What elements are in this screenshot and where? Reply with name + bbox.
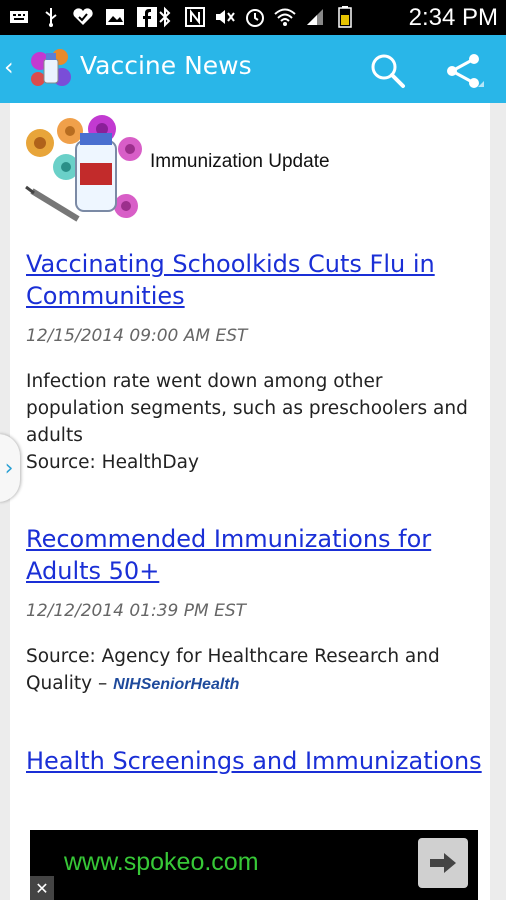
share-icon[interactable] — [444, 51, 484, 91]
article-source: Source: HealthDay — [26, 452, 199, 473]
status-bar: 2:34 PM — [0, 0, 506, 35]
heart-icon — [72, 6, 94, 28]
article-item: Recommended Immunizations for Adults 50+… — [26, 523, 486, 698]
news-feed: Immunization Update Vaccinating Schoolki… — [10, 103, 490, 900]
search-icon[interactable] — [368, 51, 408, 91]
article-date: 12/12/2014 01:39 PM EST — [26, 601, 247, 621]
chevron-right-icon: › — [4, 455, 14, 481]
ad-url[interactable]: www.spokeo.com — [64, 848, 259, 877]
article-date: 12/15/2014 09:00 AM EST — [26, 326, 248, 346]
system-icons — [154, 6, 356, 28]
app-title: Vaccine News — [80, 51, 252, 80]
app-logo-icon[interactable] — [26, 45, 74, 93]
nfc-icon — [184, 6, 206, 28]
mute-icon — [214, 6, 236, 28]
keyboard-icon — [8, 6, 30, 28]
app-bar: ‹ Vaccine News — [0, 35, 506, 103]
ad-banner[interactable]: www.spokeo.com ✕ — [30, 830, 478, 900]
arrow-right-icon[interactable] — [418, 838, 468, 888]
battery-icon — [334, 6, 356, 28]
signal-icon — [304, 6, 326, 28]
feed-header: Immunization Update — [22, 111, 482, 231]
notification-icons — [8, 6, 158, 28]
feed-title: Immunization Update — [150, 151, 330, 172]
article-item: Health Screenings and Immunizations — [26, 745, 486, 777]
close-icon[interactable]: ✕ — [30, 876, 54, 900]
article-summary: Source: Agency for Healthcare Research a… — [26, 643, 486, 698]
usb-icon — [40, 6, 62, 28]
article-item: Vaccinating Schoolkids Cuts Flu in Commu… — [26, 248, 486, 476]
clock: 2:34 PM — [408, 4, 498, 31]
article-summary: Infection rate went down among other pop… — [26, 368, 486, 476]
nih-senior-health-logo[interactable]: NIHSeniorHealth — [113, 676, 239, 693]
wifi-icon — [274, 6, 296, 28]
article-summary-text: Infection rate went down among other pop… — [26, 371, 468, 446]
back-icon[interactable]: ‹ — [4, 53, 14, 81]
bluetooth-icon — [154, 6, 176, 28]
article-title-link[interactable]: Health Screenings and Immunizations — [26, 745, 486, 777]
image-icon — [104, 6, 126, 28]
alarm-icon — [244, 6, 266, 28]
article-title-link[interactable]: Recommended Immunizations for Adults 50+ — [26, 523, 486, 587]
vaccine-illustration — [22, 111, 147, 226]
article-title-link[interactable]: Vaccinating Schoolkids Cuts Flu in Commu… — [26, 248, 486, 312]
